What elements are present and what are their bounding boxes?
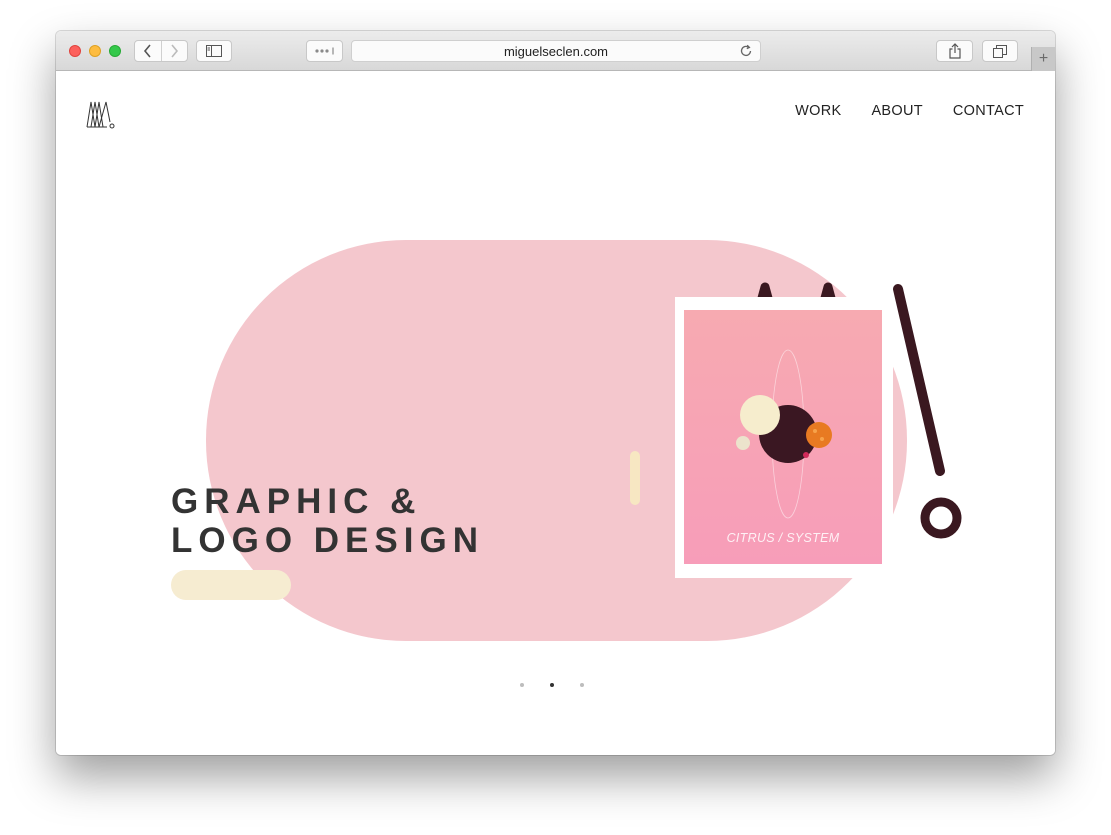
- cream-pill-accent: [630, 451, 640, 505]
- back-button[interactable]: [135, 41, 161, 61]
- plus-icon: +: [1038, 50, 1049, 67]
- reload-icon[interactable]: [739, 44, 753, 58]
- slider-dot-3[interactable]: [580, 683, 584, 687]
- nav-contact-link[interactable]: CONTACT: [953, 103, 1024, 119]
- chevron-left-icon: [143, 44, 151, 58]
- address-bar[interactable]: miguelseclen.com: [351, 40, 761, 62]
- sidebar-button[interactable]: [196, 40, 232, 62]
- url-text: miguelseclen.com: [503, 43, 609, 59]
- hero-title-line-1: GRAPHIC &: [171, 482, 422, 521]
- sidebar-icon: [206, 45, 222, 57]
- browser-toolbar: miguelseclen.com +: [56, 31, 1055, 71]
- orbit-artwork: [736, 349, 832, 519]
- slider-dot-1[interactable]: [520, 683, 524, 687]
- ms-monogram-logo[interactable]: [86, 100, 116, 130]
- web-page: WORK ABOUT CONTACT CITRUS / SYSTEM GRAPH…: [56, 71, 1055, 755]
- nav-work-link[interactable]: WORK: [795, 103, 841, 119]
- card-artwork: CITRUS / SYSTEM: [684, 310, 882, 564]
- minimize-window-button[interactable]: [89, 45, 101, 57]
- share-icon: [948, 43, 961, 59]
- close-window-button[interactable]: [69, 45, 81, 57]
- nav-about-link[interactable]: ABOUT: [871, 103, 922, 119]
- more-dots-icon: [314, 47, 334, 55]
- browser-window: miguelseclen.com + WORK ABOUT CONTACT CI…: [56, 31, 1055, 755]
- main-nav: WORK ABOUT CONTACT: [795, 103, 1024, 119]
- project-card-citrus-system[interactable]: CITRUS / SYSTEM: [675, 297, 893, 578]
- card-title: CITRUS / SYSTEM: [726, 531, 840, 545]
- hero-title-line-2: LOGO DESIGN: [171, 521, 484, 560]
- zoom-window-button[interactable]: [109, 45, 121, 57]
- tabs-icon: [993, 44, 1007, 58]
- hero-cta-bar[interactable]: [171, 570, 291, 600]
- slider-pagination: [520, 683, 584, 687]
- reader-button[interactable]: [306, 40, 343, 62]
- new-tab-button[interactable]: +: [1031, 47, 1055, 71]
- slider-dot-2[interactable]: [550, 683, 554, 687]
- tabs-overview-button[interactable]: [982, 40, 1018, 62]
- history-nav: [134, 40, 188, 62]
- forward-button[interactable]: [160, 41, 187, 61]
- share-button[interactable]: [936, 40, 973, 62]
- chevron-right-icon: [171, 44, 179, 58]
